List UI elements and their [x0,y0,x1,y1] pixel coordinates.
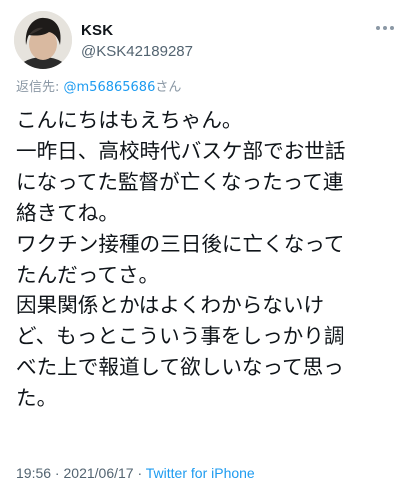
reply-mention-link[interactable]: @m56865686 [64,80,156,95]
meta-separator: · [133,465,146,481]
tweet-line: たんだってさ。 [16,262,160,287]
reply-context: 返信先: @m56865686さん [16,76,181,95]
reply-suffix: さん [155,80,182,95]
avatar-photo-icon [14,11,72,69]
tweet-time[interactable]: 19:56 [16,465,51,481]
tweet-line: ワクチン接種の三日後に亡くなって [16,231,345,256]
user-handle[interactable]: @KSK42189287 [81,43,193,60]
avatar[interactable] [14,11,72,69]
tweet-line: 因果関係とかはよくわからないけ [16,293,325,318]
more-horizontal-icon [376,26,380,30]
tweet-line: 絡きてね。 [16,200,119,225]
display-name[interactable]: KSK [81,22,113,39]
tweet-line: た。 [16,386,58,411]
reply-prefix: 返信先: [16,80,64,95]
tweet-line: になってた監督が亡くなったって連 [16,169,344,194]
tweet-line: べた上で報道して欲しいなって思っ [16,355,344,380]
meta-separator: · [51,465,64,481]
tweet-card: KSK @KSK42189287 返信先: @m56865686さん こんにちは… [0,0,413,498]
tweet-line: 一昨日、高校時代バスケ部でお世話 [16,138,346,163]
more-dot [390,26,394,30]
tweet-line: こんにちはもえちゃん。 [16,108,243,132]
tweet-date[interactable]: 2021/06/17 [64,465,134,481]
more-dot [383,26,387,30]
tweet-source-link[interactable]: Twitter for iPhone [146,465,255,481]
tweet-text: こんにちはもえちゃん。 一昨日、高校時代バスケ部でお世話 になってた監督が亡くな… [16,105,408,414]
more-options-button[interactable] [370,20,400,36]
tweet-line: ど、もっとこういう事をしっかり調 [16,324,345,349]
tweet-metadata: 19:56 · 2021/06/17 · Twitter for iPhone [16,465,255,481]
